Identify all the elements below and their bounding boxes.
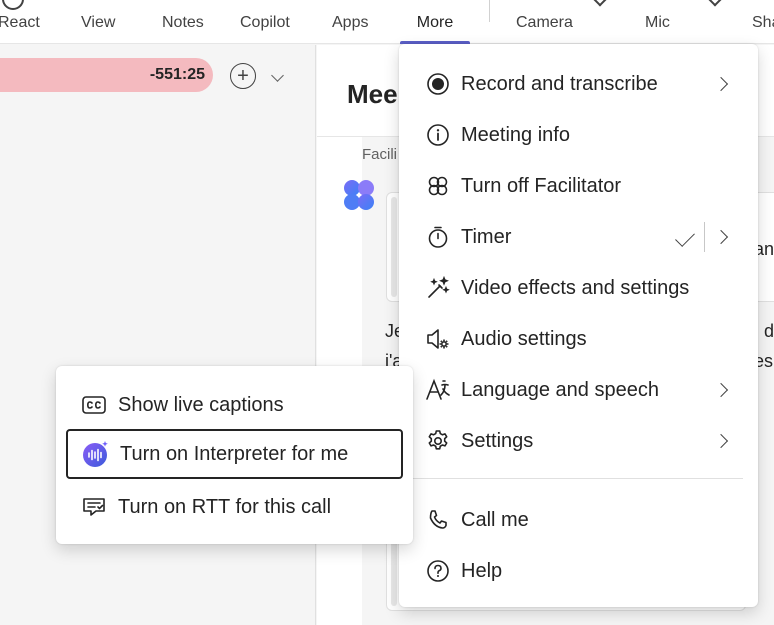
menu-item-label: Audio settings xyxy=(461,327,587,350)
split-divider xyxy=(704,222,705,252)
toolbar-notes-button[interactable]: Notes xyxy=(162,0,204,44)
menu-item-label: Turn off Facilitator xyxy=(461,174,622,197)
toolbar-copilot-label: Copilot xyxy=(240,14,290,31)
language-icon xyxy=(425,377,451,403)
menu-item-help[interactable]: Help xyxy=(399,548,758,594)
toolbar-apps-button[interactable]: Apps xyxy=(332,0,368,44)
chevron-right-icon xyxy=(713,76,729,92)
magic-wand-icon xyxy=(425,275,451,301)
submenu-item-show-live-captions[interactable]: Show live captions xyxy=(66,380,403,430)
card-accent xyxy=(391,197,397,297)
meeting-toolbar: React View Notes Copilot Apps More Camer… xyxy=(0,0,774,44)
menu-item-video-effects[interactable]: Video effects and settings xyxy=(399,265,758,311)
menu-divider xyxy=(409,478,743,479)
toolbar-share-button[interactable]: Sha xyxy=(752,0,774,44)
menu-item-label: Call me xyxy=(461,508,529,531)
menu-item-settings[interactable]: Settings xyxy=(399,418,758,464)
toolbar-react-label: React xyxy=(0,14,40,31)
menu-item-label: Language and speech xyxy=(461,378,659,401)
chevron-right-icon[interactable] xyxy=(713,229,729,245)
rtt-icon xyxy=(80,493,108,521)
react-icon xyxy=(2,0,24,10)
speaker-settings-icon xyxy=(425,326,451,352)
info-icon xyxy=(425,122,451,148)
menu-item-turn-off-facilitator[interactable]: Turn off Facilitator xyxy=(399,163,758,209)
gear-icon xyxy=(425,428,451,454)
menu-item-language-and-speech[interactable]: Language and speech xyxy=(399,367,758,413)
timer-value: -551:25 xyxy=(149,66,205,83)
help-icon xyxy=(425,558,451,584)
toolbar-mic-button[interactable]: Mic xyxy=(645,0,724,44)
timer-countdown: -551:25 xyxy=(0,58,213,92)
language-and-speech-submenu: Show live captions Turn on Interpreter f… xyxy=(56,366,413,544)
menu-item-label: Settings xyxy=(461,429,534,452)
facilitator-label: Facili xyxy=(362,146,398,163)
menu-item-label: Timer xyxy=(461,225,512,248)
menu-item-meeting-info[interactable]: Meeting info xyxy=(399,112,758,158)
chevron-down-icon[interactable] xyxy=(271,69,284,82)
toolbar-notes-label: Notes xyxy=(162,14,204,31)
menu-item-label: Meeting info xyxy=(461,123,570,146)
timer-icon xyxy=(425,224,451,250)
record-icon xyxy=(425,71,451,97)
submenu-item-turn-on-rtt[interactable]: Turn on RTT for this call xyxy=(66,482,403,532)
plus-circle-icon[interactable]: + xyxy=(230,63,256,89)
toolbar-apps-label: Apps xyxy=(332,14,369,31)
facilitator-icon xyxy=(425,173,451,199)
closed-captions-icon xyxy=(80,391,108,419)
toolbar-more-label: More xyxy=(416,14,454,31)
menu-item-label: Record and transcribe xyxy=(461,72,658,95)
chevron-right-icon xyxy=(713,433,729,449)
submenu-item-label: Turn on RTT for this call xyxy=(118,495,332,518)
menu-item-label: Video effects and settings xyxy=(461,276,690,299)
submenu-item-label: Show live captions xyxy=(118,393,284,416)
chevron-right-icon xyxy=(713,382,729,398)
menu-item-record-and-transcribe[interactable]: Record and transcribe xyxy=(399,61,758,107)
menu-item-call-me[interactable]: Call me xyxy=(399,497,758,543)
toolbar-more-button[interactable]: More xyxy=(400,0,470,44)
mic-chevron-icon[interactable] xyxy=(706,0,724,7)
checkmark-icon xyxy=(675,227,695,247)
chat-title: Mee xyxy=(347,79,398,109)
toolbar-mic-label: Mic xyxy=(645,14,670,31)
menu-item-label: Help xyxy=(461,559,503,582)
toolbar-share-label: Sha xyxy=(752,14,774,31)
toolbar-view-label: View xyxy=(81,14,116,31)
submenu-item-turn-on-interpreter[interactable]: Turn on Interpreter for me xyxy=(66,429,403,479)
toolbar-react-button[interactable]: React xyxy=(0,0,40,44)
toolbar-divider xyxy=(489,0,490,22)
toolbar-view-button[interactable]: View xyxy=(81,0,115,44)
interpreter-icon xyxy=(82,440,110,468)
submenu-item-label: Turn on Interpreter for me xyxy=(120,442,349,465)
facilitator-avatar-icon xyxy=(344,180,374,210)
camera-chevron-icon[interactable] xyxy=(591,0,609,7)
toolbar-copilot-button[interactable]: Copilot xyxy=(240,0,290,44)
chat-text-fragment: d xyxy=(764,321,774,341)
menu-item-timer[interactable]: Timer xyxy=(399,214,758,260)
phone-icon xyxy=(425,507,451,533)
toolbar-camera-button[interactable]: Camera xyxy=(516,0,609,44)
more-menu: Record and transcribe Meeting info Turn … xyxy=(399,44,758,607)
menu-item-audio-settings[interactable]: Audio settings xyxy=(399,316,758,362)
toolbar-camera-label: Camera xyxy=(516,14,573,31)
